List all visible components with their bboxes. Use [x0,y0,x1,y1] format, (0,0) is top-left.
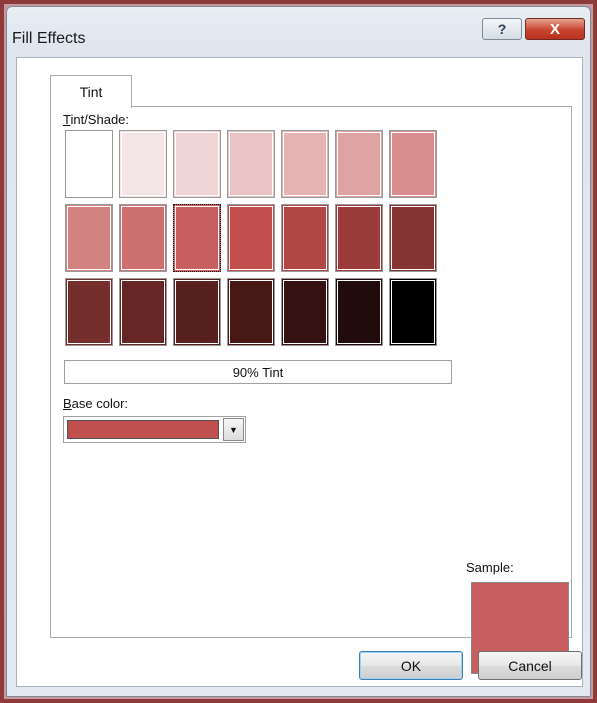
cancel-button[interactable]: Cancel [478,651,582,680]
tint-value-text: 90% Tint [232,364,284,380]
tint-swatch[interactable] [119,130,167,198]
dialog-title: Fill Effects [12,30,86,47]
tint-tab-panel: Tint/Shade: 90% Tint Base color: ▼ Sampl… [50,106,572,674]
ok-button-label: OK [400,657,422,674]
tint-swatch[interactable] [281,130,329,198]
tint-swatch[interactable] [227,278,275,346]
tint-swatch[interactable] [389,130,437,198]
tint-swatch[interactable] [173,130,221,198]
tint-shade-label: Tint/Shade: [63,112,130,127]
tab-tint[interactable]: Tint [50,75,132,108]
tint-swatch[interactable] [389,204,437,272]
triangle-down-icon: ▼ [229,424,238,435]
dialog-client-area: Tint Tint/Shade: 90% Tint Base color: ▼ … [16,57,583,687]
tint-shade-grid [65,130,447,349]
ok-button[interactable]: OK [359,651,463,680]
tint-swatch[interactable] [281,204,329,272]
close-icon: X [549,20,560,38]
tint-swatch[interactable] [65,278,113,346]
fill-effects-dialog: Fill Effects ? X Tint Tint/Shade: 90% Ti… [6,6,591,697]
tint-swatch[interactable] [65,130,113,198]
sample-label: Sample: [466,560,514,575]
tint-swatch[interactable] [335,204,383,272]
tint-swatch[interactable] [119,204,167,272]
tint-swatch[interactable] [227,204,275,272]
tint-swatch[interactable] [335,278,383,346]
tint-swatch[interactable] [173,204,221,272]
base-color-label: Base color: [63,396,129,411]
tint-swatch[interactable] [389,278,437,346]
tint-swatch[interactable] [281,278,329,346]
tint-swatch[interactable] [335,130,383,198]
tint-value-display: 90% Tint [64,360,452,384]
tint-swatch[interactable] [173,278,221,346]
cancel-button-label: Cancel [508,657,552,674]
question-mark-icon: ? [497,21,507,37]
base-color-dropdown-button[interactable]: ▼ [223,418,244,441]
tint-swatch[interactable] [119,278,167,346]
base-color-swatch [67,420,219,439]
tab-tint-label: Tint [79,84,103,100]
close-button[interactable]: X [525,18,585,40]
base-color-select[interactable]: ▼ [63,416,246,443]
help-button[interactable]: ? [482,18,522,40]
tint-swatch[interactable] [65,204,113,272]
tint-swatch[interactable] [227,130,275,198]
